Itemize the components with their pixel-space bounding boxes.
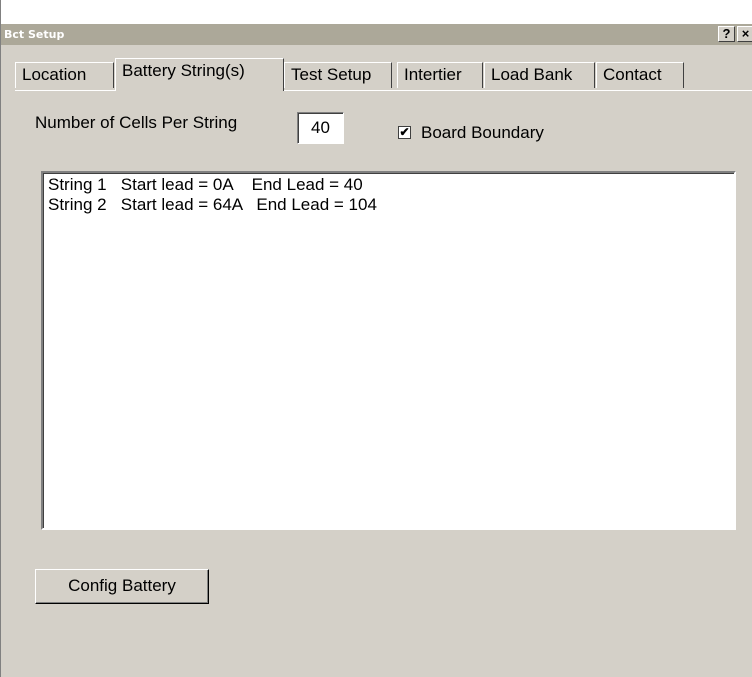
tab-contact[interactable]: Contact	[596, 62, 684, 88]
cells-per-string-label: Number of Cells Per String	[35, 113, 238, 132]
list-item[interactable]: String 2 Start lead = 64A End Lead = 104	[48, 195, 377, 215]
bct-setup-window: Bct Setup ? × Location Battery String(s)…	[0, 0, 752, 677]
title-bar[interactable]: Bct Setup ? ×	[1, 24, 752, 45]
top-strip	[1, 0, 752, 24]
battery-strings-list[interactable]: String 1 Start lead = 0A End Lead = 40 S…	[41, 171, 736, 530]
window-title: Bct Setup	[4, 28, 65, 41]
tab-intertier[interactable]: Intertier	[397, 62, 483, 88]
tab-battery-strings[interactable]: Battery String(s)	[115, 58, 284, 91]
tab-load-bank[interactable]: Load Bank	[484, 62, 595, 88]
help-button[interactable]: ?	[718, 26, 735, 42]
close-button[interactable]: ×	[737, 26, 752, 42]
config-battery-button[interactable]: Config Battery	[35, 569, 209, 604]
board-boundary-label[interactable]: Board Boundary	[421, 123, 544, 143]
tab-location[interactable]: Location	[15, 62, 114, 88]
board-boundary-checkbox[interactable]: ✔	[398, 126, 411, 139]
cells-per-string-input[interactable]	[297, 112, 344, 144]
list-item[interactable]: String 1 Start lead = 0A End Lead = 40	[48, 175, 363, 195]
tab-test-setup[interactable]: Test Setup	[284, 62, 392, 88]
